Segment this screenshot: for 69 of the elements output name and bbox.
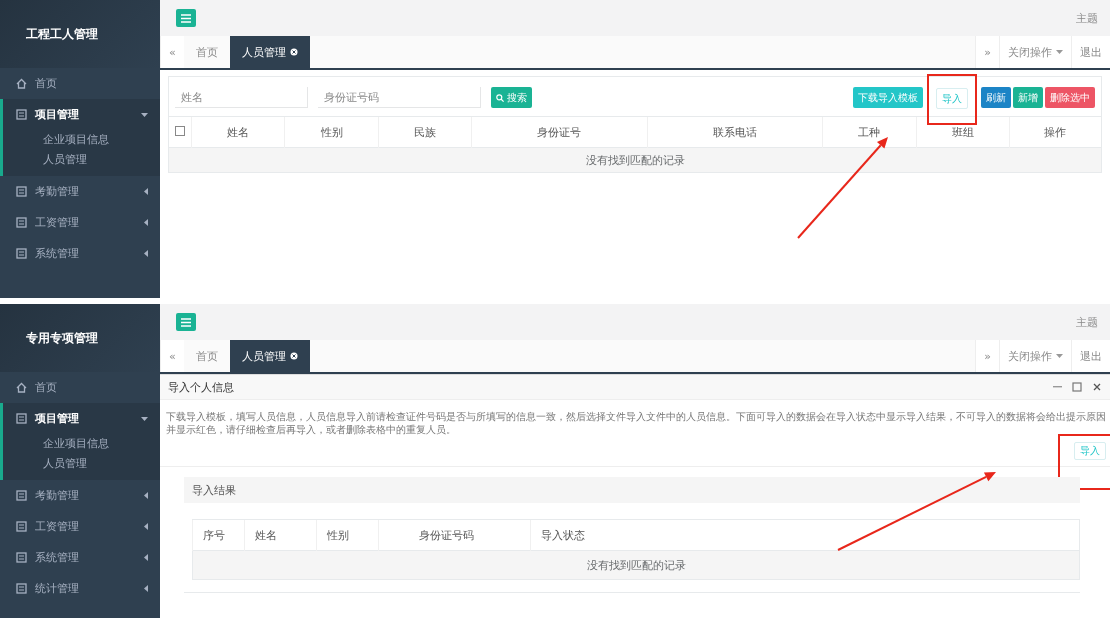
maximize-icon [1072, 382, 1082, 392]
search-button[interactable]: 搜索 [491, 87, 532, 108]
action-button[interactable]: 新增 [1013, 87, 1043, 108]
tab[interactable]: 人员管理 [229, 340, 310, 372]
menu-button[interactable] [176, 313, 196, 331]
scroll-right-button[interactable]: » [975, 340, 999, 372]
instructions-text: 下载导入模板，填写人员信息，人员信息导入前请检查证件号码是否与所填写的信息一致，然后选择文件导入文件中的人员信息。下面可导入的数据会在导入状态中显示导入结果，不可导入的数据将会给出提示原因并显示红色，请仔细检查后再导入，或者删除表格中的重复人员。 [166, 410, 1106, 436]
app-title: 专用专项管理 [26, 329, 98, 347]
list-icon [16, 490, 27, 501]
logout-button[interactable]: 退出 [1071, 340, 1110, 372]
list-icon [16, 248, 27, 259]
menu-icon [181, 317, 191, 327]
house-icon [16, 382, 27, 393]
caret-down-icon [1056, 354, 1063, 358]
submenu-item[interactable]: 人员管理 [3, 150, 160, 170]
submenu-item[interactable]: 企业项目信息 [3, 434, 160, 454]
submenu-item[interactable]: 人员管理 [3, 454, 160, 474]
action-button[interactable]: 刷新 [981, 87, 1011, 108]
list-icon [16, 109, 27, 120]
minimize-icon [1053, 386, 1062, 388]
close-icon [1092, 382, 1102, 392]
menu-button[interactable] [176, 9, 196, 27]
close-icon [289, 48, 298, 56]
submenu-item[interactable]: 企业项目信息 [3, 130, 160, 150]
scroll-left-button[interactable]: « [160, 36, 184, 68]
search-field[interactable]: 身份证号码 [318, 87, 481, 108]
close-icon [289, 352, 298, 360]
action-button[interactable]: 导入 [936, 88, 968, 109]
nav-item[interactable]: 首页 [0, 372, 160, 403]
nav-item[interactable]: 系统管理 [0, 238, 160, 269]
house-icon [16, 78, 27, 89]
list-icon [16, 186, 27, 197]
nav-item[interactable]: 系统管理 [0, 542, 160, 573]
nav-item[interactable]: 考勤管理 [0, 176, 160, 207]
caret-down-icon [1056, 50, 1063, 54]
section-title: 导入结果 [192, 482, 236, 498]
app-title: 工程工人管理 [26, 25, 98, 43]
search-icon [496, 93, 504, 102]
scroll-right-button[interactable]: » [975, 36, 999, 68]
close-menu-button[interactable]: 关闭操作 [999, 340, 1071, 372]
tab[interactable]: 首页 [183, 340, 230, 372]
empty-message: 没有找到匹配的记录 [169, 147, 1101, 172]
scroll-left-button[interactable]: « [160, 340, 184, 372]
logout-button[interactable]: 退出 [1071, 36, 1110, 68]
nav-item[interactable]: 项目管理 [3, 403, 160, 434]
nav-item[interactable]: 项目管理 [3, 99, 160, 130]
nav-item[interactable]: 考勤管理 [0, 480, 160, 511]
tab[interactable]: 人员管理 [229, 36, 310, 68]
close-menu-button[interactable]: 关闭操作 [999, 36, 1071, 68]
menu-icon [181, 13, 191, 23]
list-icon [16, 552, 27, 563]
action-button[interactable]: 删除选中 [1045, 87, 1095, 108]
nav-item[interactable]: 工资管理 [0, 511, 160, 542]
nav-item[interactable]: 首页 [0, 68, 160, 99]
nav-item[interactable]: 统计管理 [0, 573, 160, 604]
empty-message: 没有找到匹配的记录 [192, 550, 1080, 580]
list-icon [16, 413, 27, 424]
search-field[interactable]: 姓名 [175, 87, 308, 108]
list-icon [16, 583, 27, 594]
theme-link[interactable]: 主题 [1076, 10, 1098, 26]
list-icon [16, 217, 27, 228]
tab[interactable]: 首页 [183, 36, 230, 68]
nav-item[interactable]: 工资管理 [0, 207, 160, 238]
action-button[interactable]: 下载导入模板 [853, 87, 923, 108]
theme-link[interactable]: 主题 [1076, 314, 1098, 330]
list-icon [16, 521, 27, 532]
dialog-title: 导入个人信息 [168, 379, 235, 395]
checkbox[interactable] [175, 125, 185, 136]
import-button[interactable]: 导入 [1074, 442, 1106, 460]
